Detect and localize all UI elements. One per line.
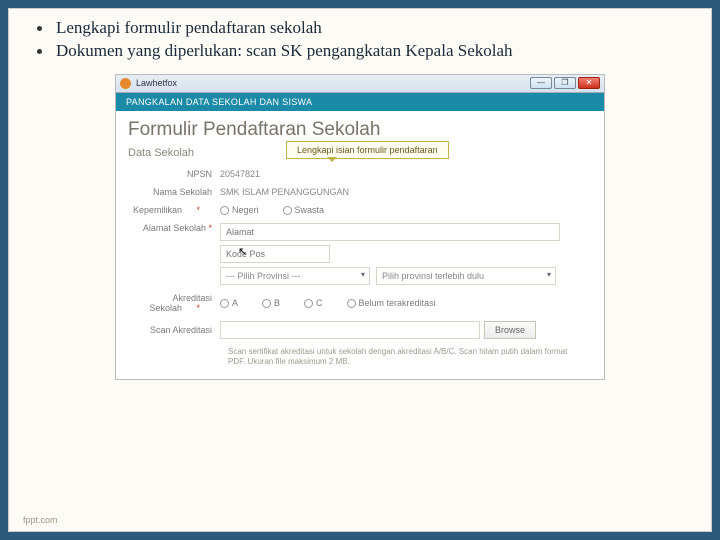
radio-none[interactable]: Belum terakreditasi bbox=[347, 298, 448, 308]
window-controls: — ❐ ✕ bbox=[530, 77, 600, 89]
window-title: Lawhetfox bbox=[136, 78, 530, 88]
radio-icon bbox=[304, 299, 313, 308]
bullet-dot-icon bbox=[37, 26, 42, 31]
row-scan: Scan Akreditasi Browse bbox=[128, 321, 592, 339]
radio-icon bbox=[283, 206, 292, 215]
bullet-item: Dokumen yang diperlukan: scan SK pengang… bbox=[37, 40, 683, 61]
minimize-button[interactable]: — bbox=[530, 77, 552, 89]
radio-b[interactable]: B bbox=[262, 298, 292, 308]
radio-swasta[interactable]: Swasta bbox=[283, 205, 337, 215]
slide-card: Lengkapi formulir pendaftaran sekolah Do… bbox=[8, 8, 712, 532]
row-nama: Nama Sekolah SMK ISLAM PENANGGUNGAN bbox=[128, 187, 592, 197]
embedded-screenshot: Lawhetfox — ❐ ✕ PANGKALAN DATA SEKOLAH D… bbox=[115, 74, 605, 381]
provinsi-hint-select[interactable]: Pilih provinsi terlebih dulu bbox=[376, 267, 556, 285]
kepemilikan-label: Kepemilikan * bbox=[128, 205, 220, 215]
app-header: PANGKALAN DATA SEKOLAH DAN SISWA bbox=[116, 93, 604, 111]
callout-tooltip: Lengkapi isian formulir pendaftaran bbox=[286, 141, 449, 159]
bullet-text: Dokumen yang diperlukan: scan SK pengang… bbox=[56, 40, 513, 61]
npsn-label: NPSN bbox=[128, 169, 220, 179]
close-button[interactable]: ✕ bbox=[578, 77, 600, 89]
alamat-label: Alamat Sekolah * bbox=[128, 223, 220, 233]
row-kepemilikan: Kepemilikan * Negeri Swasta bbox=[128, 205, 592, 215]
footer-watermark: fppt.com bbox=[23, 515, 58, 525]
bullet-dot-icon bbox=[37, 49, 42, 54]
alamat-input[interactable] bbox=[220, 223, 560, 241]
npsn-value: 20547821 bbox=[220, 169, 260, 179]
scan-file-input[interactable] bbox=[220, 321, 480, 339]
nama-value: SMK ISLAM PENANGGUNGAN bbox=[220, 187, 349, 197]
form-section: Data Sekolah Lengkapi isian formulir pen… bbox=[116, 147, 604, 380]
provinsi-select[interactable]: --- Pilih Provinsi --- bbox=[220, 267, 370, 285]
row-npsn: NPSN 20547821 bbox=[128, 169, 592, 179]
radio-icon bbox=[220, 299, 229, 308]
radio-c[interactable]: C bbox=[304, 298, 335, 308]
radio-a[interactable]: A bbox=[220, 298, 250, 308]
radio-icon bbox=[220, 206, 229, 215]
radio-negeri[interactable]: Negeri bbox=[220, 205, 271, 215]
kodepos-input[interactable] bbox=[220, 245, 330, 263]
radio-icon bbox=[347, 299, 356, 308]
bullet-text: Lengkapi formulir pendaftaran sekolah bbox=[56, 17, 322, 38]
nama-label: Nama Sekolah bbox=[128, 187, 220, 197]
maximize-button[interactable]: ❐ bbox=[554, 77, 576, 89]
akreditasi-label: Akreditasi Sekolah * bbox=[128, 293, 220, 313]
browse-button[interactable]: Browse bbox=[484, 321, 536, 339]
row-alamat: Alamat Sekolah * --- Pilih Provinsi --- … bbox=[128, 223, 592, 285]
firefox-icon bbox=[120, 78, 131, 89]
scan-label: Scan Akreditasi bbox=[128, 325, 220, 335]
row-akreditasi: Akreditasi Sekolah * A B C Belum terakre… bbox=[128, 293, 592, 313]
bullet-item: Lengkapi formulir pendaftaran sekolah bbox=[37, 17, 683, 38]
bullet-list: Lengkapi formulir pendaftaran sekolah Do… bbox=[37, 17, 683, 62]
scan-helper-text: Scan sertifikat akreditasi untuk sekolah… bbox=[228, 347, 568, 368]
window-titlebar: Lawhetfox — ❐ ✕ bbox=[116, 75, 604, 93]
radio-icon bbox=[262, 299, 271, 308]
